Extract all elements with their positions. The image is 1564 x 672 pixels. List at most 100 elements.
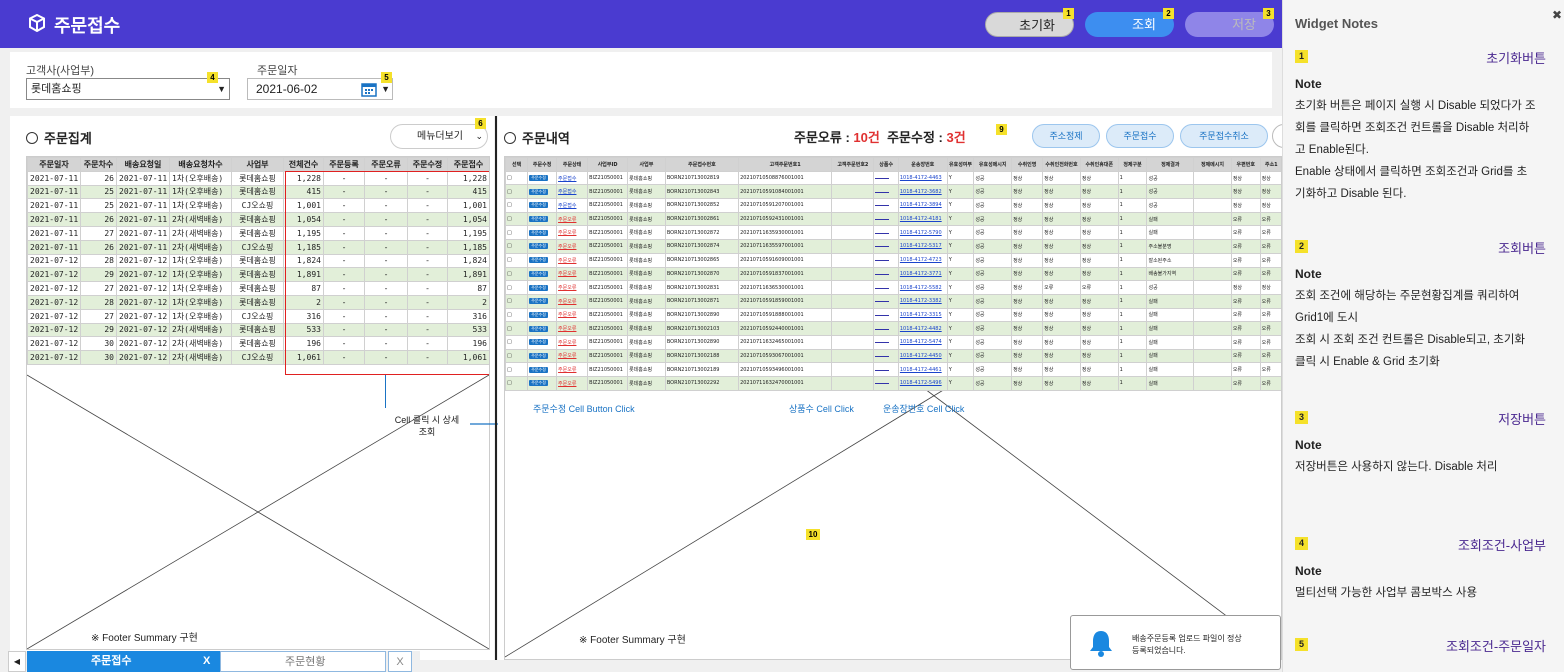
order-status-cell[interactable]: 주문오류 — [556, 293, 589, 309]
select-checkbox[interactable]: □ — [505, 211, 529, 227]
table-cell[interactable]: 롯데홈쇼핑 — [231, 267, 284, 283]
table-cell[interactable]: 30 — [80, 350, 117, 365]
more-menu-button[interactable]: 메뉴더보기 ⌄ — [390, 124, 488, 149]
select-checkbox[interactable]: □ — [505, 348, 529, 364]
order-status-cell[interactable]: 주문오류 — [556, 239, 589, 254]
edit-cell[interactable]: 주문수정 — [527, 334, 558, 350]
edit-cell[interactable]: 주문수정 — [527, 307, 558, 323]
waybill-link[interactable]: 1018-4172-5582 — [900, 285, 942, 291]
column-header[interactable]: 수취인전화번호 — [1042, 157, 1081, 172]
waybill-cell[interactable]: 1018-4172-4450 — [897, 348, 948, 364]
reset-button[interactable]: 초기화 — [985, 12, 1074, 37]
order-status-cell[interactable]: 주문오류 — [556, 225, 589, 241]
save-button[interactable]: 저장 — [1185, 12, 1274, 37]
table-cell[interactable]: CJ오쇼핑 — [231, 239, 284, 255]
product-count-cell[interactable] — [873, 293, 899, 309]
table-cell[interactable]: 2021-07-12 — [116, 253, 170, 269]
order-status-cell[interactable]: 주문오류 — [556, 307, 589, 323]
edit-cell[interactable]: 주문수정 — [527, 225, 558, 241]
order-status-cell[interactable]: 주문오류 — [556, 280, 589, 295]
table-cell[interactable]: 1차(오후배송) — [169, 198, 232, 214]
column-header[interactable]: 정제메시지 — [1193, 157, 1232, 172]
search-button[interactable]: 조회 — [1085, 12, 1174, 37]
order-status-cell[interactable]: 주문오류 — [556, 376, 589, 391]
table-row[interactable]: □ 주문수정 주문오류 BIZ21050001 롯데홈쇼핑 BORN21071300286… — [505, 211, 1281, 227]
order-status-link[interactable]: 주문오류 — [558, 217, 576, 223]
order-status-link[interactable]: 주문오류 — [558, 258, 576, 264]
waybill-cell[interactable]: 1018-4172-3894 — [897, 198, 948, 213]
order-status-link[interactable]: 주문오류 — [558, 285, 576, 291]
order-status-cell[interactable]: 주문오류 — [556, 348, 589, 364]
waybill-cell[interactable]: 1018-4172-3382 — [897, 293, 948, 309]
waybill-cell[interactable]: 1018-4172-4463 — [897, 170, 948, 186]
waybill-link[interactable]: 1018-4172-5474 — [900, 339, 942, 345]
waybill-link[interactable]: 1018-4172-5790 — [900, 230, 942, 236]
waybill-link[interactable]: 1018-4172-3682 — [900, 189, 942, 195]
table-cell[interactable]: 2021-07-12 — [116, 267, 170, 283]
table-row[interactable]: □ 주문수정 주문오류 BIZ21050001 롯데홈쇼핑 BORN21071300286… — [505, 252, 1281, 268]
table-cell[interactable]: CJ오쇼핑 — [231, 350, 284, 365]
select-checkbox[interactable]: □ — [505, 184, 529, 200]
product-count-cell[interactable] — [873, 252, 899, 268]
extra-button[interactable] — [1272, 124, 1282, 148]
column-header[interactable]: 주문접수번호 — [664, 157, 740, 172]
table-cell[interactable]: 2021-07-11 — [116, 170, 170, 186]
column-header[interactable]: 유효성여부 — [946, 157, 975, 172]
order-status-link[interactable]: 주문접수 — [558, 176, 576, 182]
table-cell[interactable]: 롯데홈쇼핑 — [231, 336, 284, 352]
table-cell[interactable]: 1차(오후배송) — [169, 281, 232, 296]
order-status-cell[interactable]: 주문오류 — [556, 334, 589, 350]
waybill-cell[interactable]: 1018-4172-3682 — [897, 184, 948, 200]
table-row[interactable]: □ 주문수정 주문오류 BIZ21050001 롯데홈쇼핑 BORN21071300287… — [505, 293, 1281, 309]
tab-close-button[interactable]: X — [388, 651, 412, 672]
edit-cell[interactable]: 주문수정 — [527, 348, 558, 364]
waybill-cell[interactable]: 1018-4172-4181 — [897, 211, 948, 227]
edit-order-button[interactable]: 주문수정 — [529, 284, 548, 291]
order-status-cell[interactable]: 주문접수 — [556, 184, 589, 200]
table-row[interactable]: □ 주문수정 주문접수 BIZ21050001 롯데홈쇼핑 BORN21071300285… — [505, 198, 1281, 213]
waybill-link[interactable]: 1018-4172-3894 — [900, 202, 942, 208]
edit-order-button[interactable]: 주문수정 — [529, 243, 548, 250]
column-header[interactable]: 주문일자 — [27, 157, 81, 172]
table-row[interactable]: □ 주문수정 주문오류 BIZ21050001 롯데홈쇼핑 BORN21071300218… — [505, 348, 1281, 364]
edit-order-button[interactable]: 주문수정 — [529, 188, 548, 195]
table-cell[interactable]: 2021-07-11 — [116, 225, 170, 241]
table-cell[interactable]: 2021-07-11 — [27, 212, 81, 227]
select-checkbox[interactable]: □ — [505, 307, 529, 323]
table-cell[interactable]: 2021-07-12 — [27, 322, 81, 338]
order-status-cell[interactable]: 주문오류 — [556, 321, 589, 336]
table-cell[interactable]: 2차(새벽배송) — [169, 239, 232, 255]
calendar-icon[interactable] — [361, 81, 377, 103]
order-status-cell[interactable]: 주문접수 — [556, 170, 589, 186]
select-checkbox[interactable]: □ — [505, 252, 529, 268]
table-cell[interactable]: CJ오쇼핑 — [231, 308, 284, 324]
table-row[interactable]: □ 주문수정 주문접수 BIZ21050001 롯데홈쇼핑 BORN21071300281… — [505, 170, 1281, 186]
product-count-link[interactable] — [875, 314, 890, 316]
product-count-link[interactable] — [875, 219, 890, 221]
product-count-cell[interactable] — [873, 321, 899, 336]
edit-cell[interactable]: 주문수정 — [527, 184, 558, 200]
product-count-cell[interactable] — [873, 198, 899, 213]
table-cell[interactable]: 2021-07-12 — [116, 281, 170, 296]
waybill-link[interactable]: 1018-4172-4181 — [900, 216, 942, 222]
table-cell[interactable]: 2021-07-12 — [27, 267, 81, 283]
order-status-cell[interactable]: 주문오류 — [556, 211, 589, 227]
waybill-cell[interactable]: 1018-4172-5790 — [897, 225, 948, 241]
column-header[interactable]: 주문상태 — [556, 157, 589, 172]
product-count-link[interactable] — [875, 328, 890, 330]
product-count-cell[interactable] — [873, 170, 899, 186]
table-cell[interactable]: 2차(새벽배송) — [169, 322, 232, 338]
edit-order-button[interactable]: 주문수정 — [529, 311, 548, 318]
edit-cell[interactable]: 주문수정 — [527, 376, 558, 391]
product-count-link[interactable] — [875, 287, 890, 289]
select-checkbox[interactable]: □ — [505, 225, 529, 241]
column-header[interactable]: 주문등록 — [323, 157, 365, 172]
table-cell[interactable]: 1차(오후배송) — [169, 294, 232, 310]
table-row[interactable]: □ 주문수정 주문오류 BIZ21050001 롯데홈쇼핑 BORN21071300287… — [505, 225, 1281, 241]
table-row[interactable]: □ 주문수정 주문오류 BIZ21050001 롯데홈쇼핑 BORN21071300287… — [505, 239, 1281, 254]
table-cell[interactable]: 26 — [80, 212, 117, 227]
product-count-link[interactable] — [875, 205, 890, 207]
table-cell[interactable]: 1차(오후배송) — [169, 253, 232, 269]
table-cell[interactable]: 롯데홈쇼핑 — [231, 322, 284, 338]
product-count-link[interactable] — [875, 178, 890, 180]
